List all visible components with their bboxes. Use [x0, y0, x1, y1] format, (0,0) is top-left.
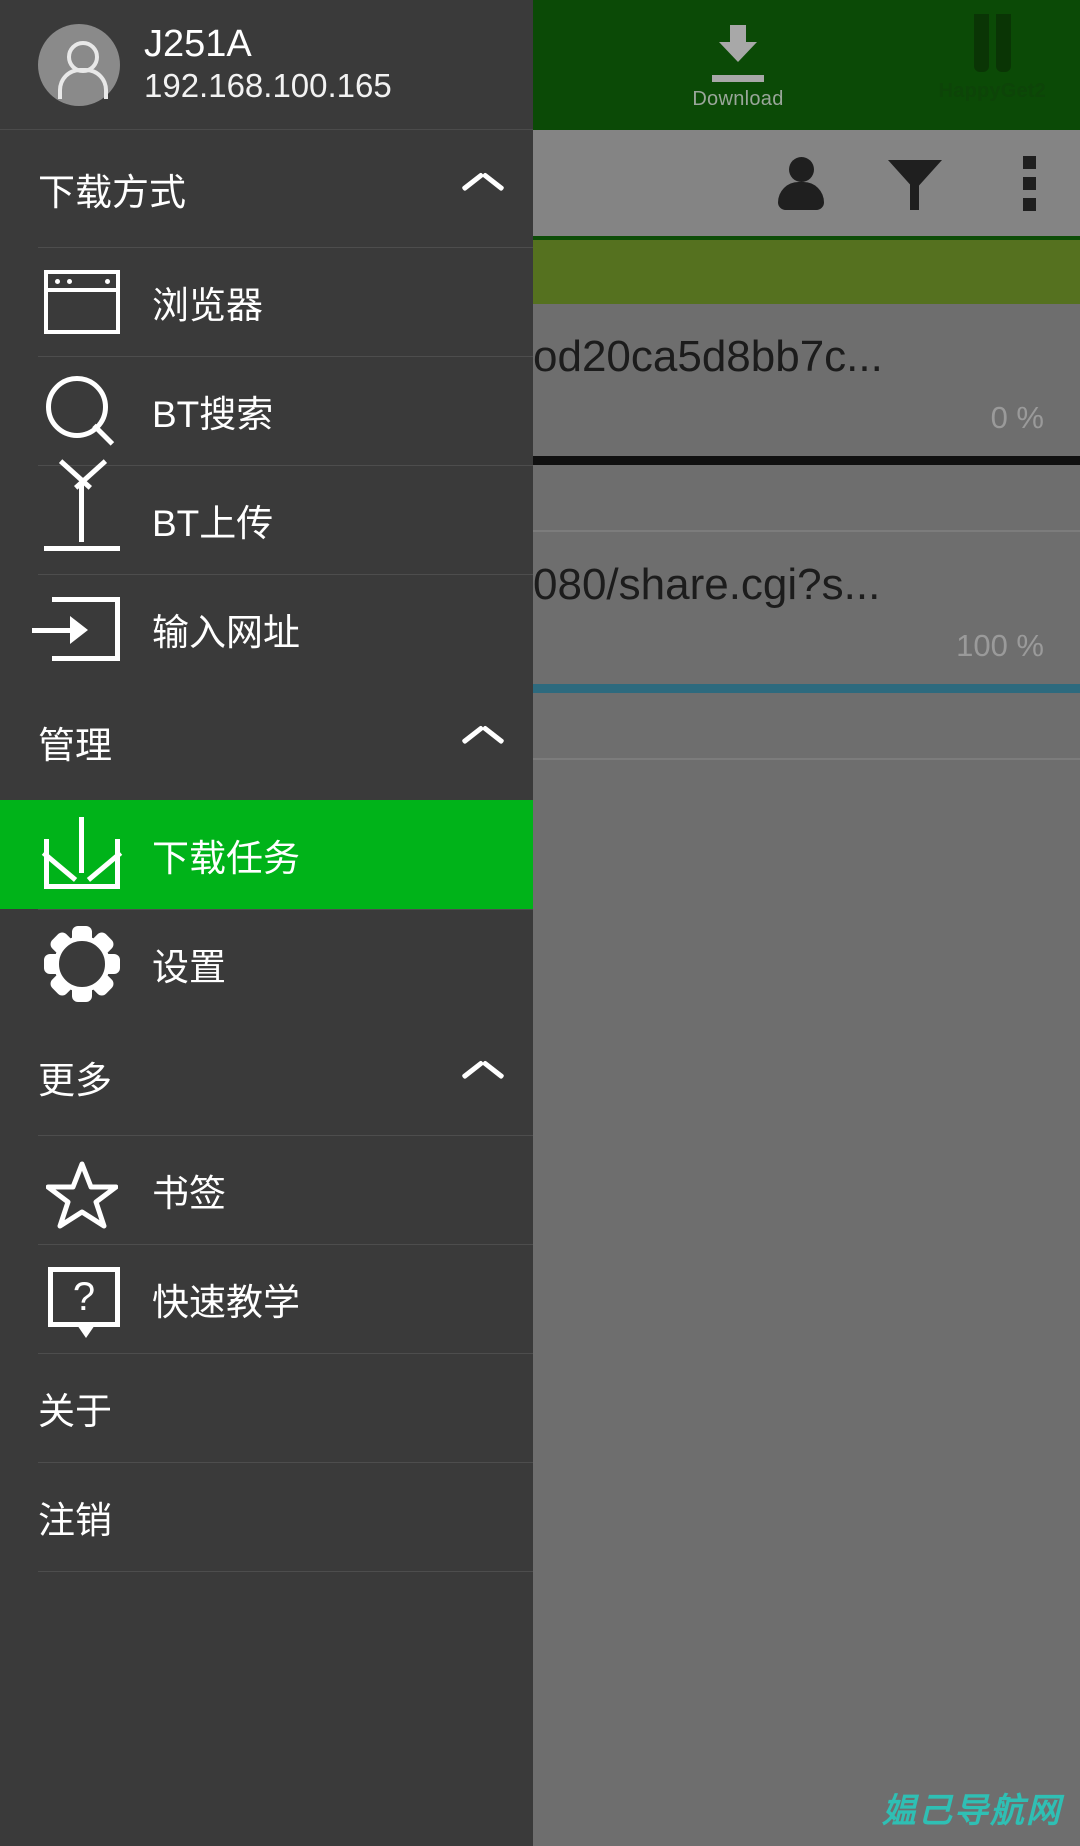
sidebar-item-label: 设置: [152, 947, 226, 988]
section-title: 下载方式: [38, 171, 186, 213]
person-icon: [38, 23, 120, 106]
download-list: od20ca5d8bb7c... 0 % 080/share.cgi?s... …: [533, 304, 1080, 760]
progress-track: [533, 684, 1080, 693]
download-label: Download: [692, 88, 784, 110]
overflow-menu-icon[interactable]: [1000, 152, 1058, 214]
download-percent: 0 %: [990, 400, 1044, 435]
help-bubble-icon: ?: [38, 1259, 130, 1339]
screen-root: Download HappyGet2 od20ca5d8bb7c... 0 % …: [0, 0, 1080, 1846]
star-icon: [38, 1150, 130, 1230]
gear-icon: [38, 924, 130, 1004]
sidebar-item-label: 浏览器: [152, 285, 263, 326]
sidebar-item-about[interactable]: 关于: [38, 1353, 533, 1462]
device-name: J251A: [144, 23, 252, 66]
user-icon[interactable]: [772, 152, 830, 214]
navigation-drawer: J251A 192.168.100.165 下载方式 浏览器 BT搜索 BT上传: [0, 0, 533, 1846]
sidebar-item-browser[interactable]: 浏览器: [38, 247, 533, 356]
ip-address: 192.168.100.165: [144, 67, 392, 105]
chevron-up-icon[interactable]: [463, 177, 503, 201]
download-name: 080/share.cgi?s...: [533, 560, 881, 609]
section-title: 更多: [38, 1059, 112, 1101]
table-row[interactable]: 080/share.cgi?s... 100 %: [533, 532, 1080, 760]
sidebar-item-quick-tutorial[interactable]: ? 快速教学: [38, 1244, 533, 1353]
download-tray-icon: [38, 815, 130, 895]
sidebar-item-bt-search[interactable]: BT搜索: [38, 356, 533, 465]
sidebar-item-label: 输入网址: [152, 612, 300, 653]
sidebar-item-label: 快速教学: [152, 1282, 300, 1323]
section-header-download-methods[interactable]: 下载方式: [0, 130, 533, 247]
sidebar-item-label: 注销: [38, 1500, 112, 1541]
enter-url-icon: [32, 589, 130, 669]
section-title: 管理: [38, 724, 112, 766]
sidebar-item-label: BT搜索: [152, 394, 274, 435]
table-row[interactable]: od20ca5d8bb7c... 0 %: [533, 304, 1080, 532]
upload-arrow-icon: [38, 480, 130, 560]
download-name: od20ca5d8bb7c...: [533, 332, 883, 381]
download-percent: 100 %: [956, 628, 1044, 663]
top-bar-content: Download HappyGet2: [533, 0, 1080, 130]
action-bar-icons: [772, 130, 1058, 236]
brand-name: HappyGet2: [938, 80, 1046, 102]
brand-logo: HappyGet2: [939, 14, 1046, 103]
section-header-more[interactable]: 更多: [0, 1018, 533, 1135]
progress-track: [533, 456, 1080, 465]
category-strip: [533, 236, 1080, 304]
browser-window-icon: [38, 262, 130, 342]
drawer-header-text: J251A 192.168.100.165: [144, 23, 392, 105]
filter-icon[interactable]: [886, 152, 944, 214]
download-button[interactable]: Download: [663, 18, 813, 118]
section-header-management[interactable]: 管理: [0, 683, 533, 800]
sidebar-item-label: 关于: [38, 1391, 112, 1432]
sidebar-item-label: 书签: [152, 1173, 226, 1214]
progress-fill: [533, 456, 1080, 465]
sidebar-item-bookmarks[interactable]: 书签: [38, 1135, 533, 1244]
divider: [38, 1571, 533, 1572]
watermark: 媪己导航网: [882, 1791, 1062, 1831]
download-baseline: [712, 75, 764, 82]
sidebar-item-bt-upload[interactable]: BT上传: [38, 465, 533, 574]
search-icon: [38, 371, 130, 451]
sidebar-item-settings[interactable]: 设置: [38, 909, 533, 1018]
progress-fill: [533, 684, 1080, 693]
brand-mark-icon: [973, 14, 1011, 72]
sidebar-item-download-tasks[interactable]: 下载任务: [0, 800, 533, 909]
sidebar-item-label: BT上传: [152, 503, 274, 544]
sidebar-item-logout[interactable]: 注销: [38, 1462, 533, 1571]
drawer-header[interactable]: J251A 192.168.100.165: [0, 0, 533, 130]
chevron-up-icon[interactable]: [463, 730, 503, 754]
sidebar-item-label: 下载任务: [152, 837, 300, 879]
download-arrow-icon: [711, 25, 765, 73]
action-bar: [533, 130, 1080, 236]
sidebar-item-enter-url[interactable]: 输入网址: [32, 574, 533, 683]
chevron-up-icon[interactable]: [463, 1065, 503, 1089]
